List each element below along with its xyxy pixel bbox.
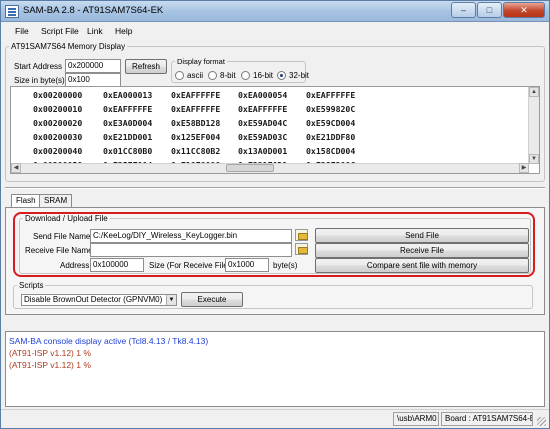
title-bar[interactable]: SAM-BA 2.8 - AT91SAM7S64-EK – □ ✕ — [1, 1, 549, 22]
script-select-value: Disable BrownOut Detector (GPNVM0) — [24, 295, 163, 304]
memory-address: 0x00200030 — [33, 132, 83, 142]
memory-cell: 0xE58BD128 — [171, 118, 221, 128]
scripts-legend: Scripts — [19, 281, 44, 290]
memory-cell: 0xE21DD001 — [103, 132, 153, 142]
refresh-button[interactable]: Refresh — [125, 59, 167, 74]
scroll-right-icon[interactable]: ▶ — [519, 163, 529, 173]
memory-cell: 0xEAFFFFFE — [171, 104, 221, 114]
memory-cell: 0xE599820C — [306, 104, 356, 114]
window-controls: – □ ✕ — [451, 2, 545, 18]
menu-file[interactable]: File — [15, 26, 29, 36]
app-icon — [5, 5, 19, 18]
console-output[interactable]: SAM-BA console display active (Tcl8.4.13… — [5, 331, 545, 407]
board-status: Board : AT91SAM7S64-EK — [441, 412, 533, 426]
memory-cell: 0xE59AD03C — [238, 132, 288, 142]
app-window: SAM-BA 2.8 - AT91SAM7S64-EK – □ ✕ File S… — [0, 0, 550, 429]
minimize-button[interactable]: – — [451, 2, 476, 18]
memory-cell: 0xE59AD04C — [238, 118, 288, 128]
memory-cell: 0x158CD004 — [306, 146, 356, 156]
memory-address: 0x00200020 — [33, 118, 83, 128]
memory-cell: 0xEAFFFFFE — [103, 104, 153, 114]
memory-cell: 0xEAFFFFFE — [306, 90, 356, 100]
memory-cell: 0xE21DDF80 — [306, 132, 356, 142]
annotation-highlight — [13, 212, 535, 277]
memory-cell: 0xEA000054 — [238, 90, 288, 100]
script-select[interactable]: Disable BrownOut Detector (GPNVM0) ▼ — [21, 294, 177, 306]
scroll-up-icon[interactable]: ▲ — [529, 87, 539, 97]
tab-sram[interactable]: SRAM — [39, 194, 73, 207]
format-32bit-radio[interactable] — [277, 71, 286, 80]
menu-help[interactable]: Help — [115, 26, 132, 36]
pane-splitter[interactable] — [5, 187, 545, 189]
size-input[interactable]: 0x100 — [65, 73, 121, 87]
start-address-input[interactable]: 0x200000 — [65, 59, 121, 73]
menu-link[interactable]: Link — [87, 26, 103, 36]
memory-cell: 0x13A0D001 — [238, 146, 288, 156]
window-title: SAM-BA 2.8 - AT91SAM7S64-EK — [23, 5, 164, 16]
close-button[interactable]: ✕ — [503, 2, 545, 18]
format-32bit-label: 32-bit — [289, 71, 310, 80]
memory-cell: 0xE59CD004 — [306, 118, 356, 128]
format-ascii-radio[interactable] — [175, 71, 184, 80]
console-line: SAM-BA console display active (Tcl8.4.13… — [9, 336, 209, 346]
memory-display-legend: AT91SAM7S64 Memory Display — [11, 42, 126, 51]
format-8bit-radio[interactable] — [208, 71, 217, 80]
maximize-button[interactable]: □ — [477, 2, 502, 18]
execute-button[interactable]: Execute — [181, 292, 243, 307]
memory-cell: 0xEAFFFFFE — [171, 90, 221, 100]
memory-cell: 0xEAFFFFFE — [238, 104, 288, 114]
memory-vertical-scrollbar[interactable]: ▲ ▼ — [528, 87, 539, 164]
memory-address: 0x00200000 — [33, 90, 83, 100]
size-label: Size in byte(s) : — [14, 76, 70, 85]
memory-cell: 0x125EF004 — [171, 132, 221, 142]
menu-script-file[interactable]: Script File — [41, 26, 79, 36]
menu-bar: File Script File Link Help — [1, 22, 549, 40]
format-16bit-radio[interactable] — [241, 71, 250, 80]
tab-flash[interactable]: Flash — [11, 194, 41, 208]
memory-address: 0x00200040 — [33, 146, 83, 156]
memory-horizontal-scrollbar[interactable]: ◀ ▶ — [11, 163, 529, 173]
memory-address: 0x00200010 — [33, 104, 83, 114]
start-address-label: Start Address : — [14, 62, 67, 71]
scroll-down-icon[interactable]: ▼ — [529, 154, 539, 164]
memory-cell: 0x01CC80B0 — [103, 146, 153, 156]
format-16bit-label: 16-bit — [253, 71, 274, 80]
memory-table[interactable]: 0x00200000 0xEA000013 0xEAFFFFFE 0xEA000… — [10, 86, 540, 174]
display-format-legend: Display format — [177, 57, 225, 66]
memory-cell: 0xE3A0D004 — [103, 118, 153, 128]
memory-cell: 0xEA000013 — [103, 90, 153, 100]
connection-status: \usb\ARM0 — [393, 412, 439, 426]
chevron-down-icon[interactable]: ▼ — [166, 295, 176, 305]
console-line: (AT91-ISP v1.12) 1 % — [9, 348, 91, 358]
format-8bit-label: 8-bit — [220, 71, 236, 80]
horizontal-scroll-thumb[interactable] — [226, 164, 274, 172]
console-line: (AT91-ISP v1.12) 1 % — [9, 360, 91, 370]
status-bar: \usb\ARM0 Board : AT91SAM7S64-EK — [1, 409, 549, 428]
format-ascii-label: ascii — [187, 71, 204, 80]
resize-grip-icon[interactable] — [537, 417, 546, 426]
scroll-left-icon[interactable]: ◀ — [11, 163, 21, 173]
memory-cell: 0x11CC80B2 — [171, 146, 221, 156]
